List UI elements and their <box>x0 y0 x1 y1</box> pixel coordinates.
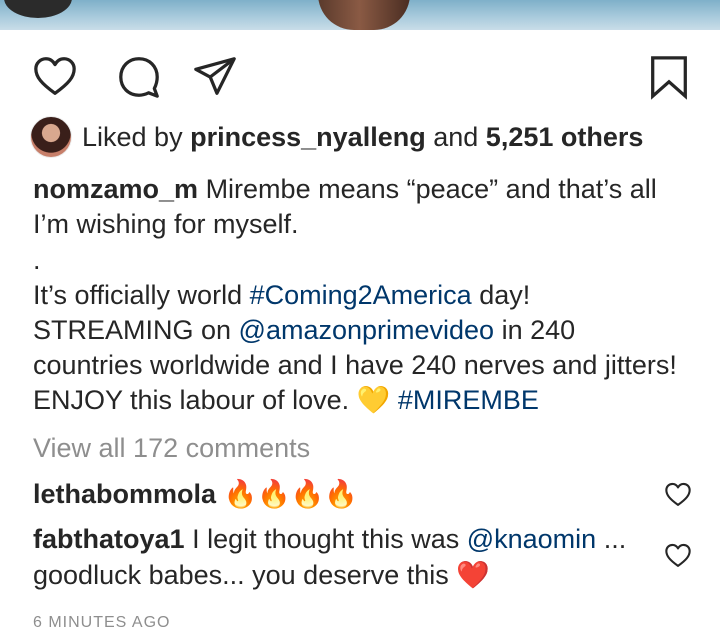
comment-like-button[interactable] <box>664 542 692 570</box>
comment-button[interactable] <box>112 50 166 104</box>
caption-line-1: nomzamo_m Mirembe means “peace” and that… <box>33 172 683 242</box>
comment-bubble-icon <box>119 57 159 98</box>
post-timestamp: 6 MINUTES AGO <box>33 614 171 631</box>
likes-text: Liked by princess_nyalleng and 5,251 oth… <box>82 122 643 153</box>
likes-joiner: and <box>433 121 479 152</box>
post-photo-bottom-edge[interactable] <box>0 0 720 30</box>
comment-item: fabthatoya1 I legit thought this was @kn… <box>33 521 653 594</box>
heart-outline-icon <box>665 482 691 506</box>
comment-text: I legit thought this was <box>192 524 467 554</box>
bookmark-icon <box>651 56 687 100</box>
liker-avatar[interactable] <box>30 116 72 158</box>
hashtag-mirembe[interactable]: #MIREMBE <box>398 385 539 415</box>
caption-username[interactable]: nomzamo_m <box>33 174 198 204</box>
save-button[interactable] <box>642 50 696 104</box>
likes-summary[interactable]: Liked by princess_nyalleng and 5,251 oth… <box>30 116 643 158</box>
post-action-bar <box>28 50 696 106</box>
photo-figure <box>318 0 410 30</box>
comment-like-button[interactable] <box>664 481 692 509</box>
comment-text: 🔥🔥🔥🔥 <box>223 479 359 510</box>
comment-username[interactable]: lethabommola <box>33 479 216 509</box>
hashtag-coming2america[interactable]: #Coming2America <box>250 280 472 310</box>
mention-amazonprimevideo[interactable]: @amazonprimevideo <box>239 315 495 345</box>
profile-avatar-edge <box>4 0 72 18</box>
like-button[interactable] <box>28 50 82 104</box>
mention-knaomin[interactable]: @knaomin <box>467 524 596 554</box>
yellow-heart-emoji: 💛 <box>356 385 391 416</box>
caption-text-2a: It’s officially world <box>33 280 250 310</box>
paper-plane-icon <box>194 57 236 95</box>
heart-outline-icon <box>34 57 76 95</box>
share-button[interactable] <box>188 50 242 104</box>
comment-item: lethabommola 🔥🔥🔥🔥 <box>33 476 653 513</box>
caption-dot: . <box>33 245 41 275</box>
liker-username[interactable]: princess_nyalleng <box>190 122 426 152</box>
likes-others-count[interactable]: 5,251 others <box>486 122 644 152</box>
post-caption: nomzamo_m Mirembe means “peace” and that… <box>33 172 683 418</box>
comment-username[interactable]: fabthatoya1 <box>33 524 185 554</box>
heart-outline-icon <box>665 543 691 567</box>
red-heart-emoji: ❤️ <box>456 560 490 591</box>
caption-paragraph-2: It’s officially world #Coming2America da… <box>33 278 683 418</box>
view-all-comments-link[interactable]: View all 172 comments <box>33 433 310 464</box>
likes-prefix: Liked by <box>82 121 183 152</box>
